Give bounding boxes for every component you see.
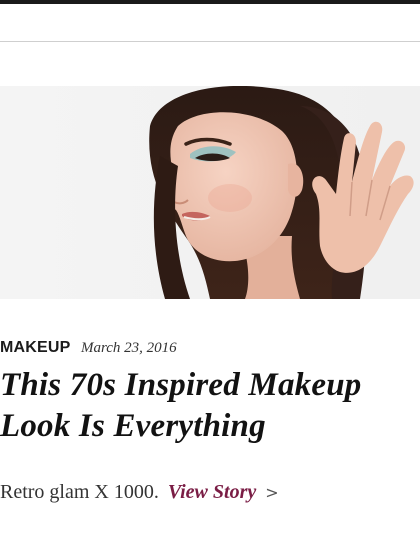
header-divider (0, 41, 420, 42)
publish-date: March 23, 2016 (81, 340, 177, 356)
hero-image[interactable] (0, 86, 420, 299)
article-headline[interactable]: This 70s Inspired Makeup Look Is Everyth… (0, 365, 420, 447)
category-tag[interactable]: MAKEUP (0, 339, 71, 357)
teaser-text: Retro glam X 1000. (0, 481, 159, 503)
article-teaser: Retro glam X 1000. View Story > (0, 481, 420, 504)
header-area (0, 4, 420, 41)
chevron-right-icon[interactable]: > (265, 483, 278, 502)
article-meta: MAKEUP March 23, 2016 (0, 339, 420, 363)
hero-photo (0, 86, 420, 299)
view-story-link[interactable]: View Story (168, 481, 256, 503)
